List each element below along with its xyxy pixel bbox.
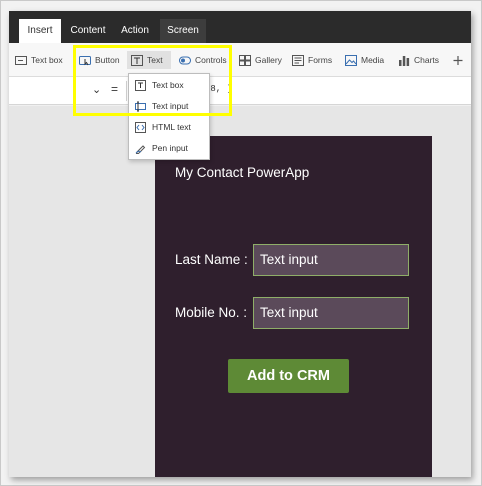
- app-screen[interactable]: My Contact PowerApp Last Name : Text inp…: [155, 136, 432, 477]
- html-text-icon: [135, 121, 146, 133]
- charts-button[interactable]: Charts: [398, 51, 439, 69]
- controls-label: Controls: [195, 55, 227, 65]
- add-shape-icon: [453, 55, 463, 65]
- mobile-input[interactable]: Text input: [253, 297, 409, 329]
- textbox-button[interactable]: Text box: [15, 51, 63, 69]
- chevron-down-icon[interactable]: ⌄: [92, 83, 101, 96]
- button-icon: [79, 55, 91, 65]
- gallery-icon: [239, 54, 251, 66]
- forms-button[interactable]: Forms: [292, 51, 332, 69]
- screenshot-frame: Insert Content Action Screen Text box Bu…: [0, 0, 482, 486]
- charts-label: Charts: [414, 55, 440, 65]
- add-icon-button[interactable]: [452, 51, 468, 69]
- last-name-input[interactable]: Text input: [253, 244, 409, 276]
- button-button[interactable]: Button: [79, 51, 120, 69]
- tab-bar: Insert Content Action Screen: [9, 11, 471, 43]
- forms-label: Forms: [308, 55, 333, 65]
- tab-insert[interactable]: Insert: [19, 19, 61, 43]
- tab-action[interactable]: Action: [115, 19, 155, 43]
- textbox-icon: [15, 55, 27, 65]
- app-title[interactable]: My Contact PowerApp: [175, 165, 309, 180]
- formula-bar: ⌄ = 48, ): [9, 77, 471, 105]
- toggle-icon: [179, 56, 191, 64]
- forms-icon: [292, 54, 304, 66]
- menu-item-text-input[interactable]: Text input: [129, 96, 209, 116]
- media-label: Media: [361, 55, 385, 65]
- button-label: Button: [95, 55, 120, 65]
- controls-button[interactable]: Controls: [179, 51, 227, 69]
- equals-sign: =: [111, 82, 119, 96]
- text-input-icon: [135, 101, 146, 111]
- gallery-button[interactable]: Gallery: [239, 51, 282, 69]
- last-name-label[interactable]: Last Name :: [175, 252, 248, 267]
- media-button[interactable]: Media: [345, 51, 384, 69]
- bar-chart-icon: [399, 55, 410, 66]
- text-icon: [131, 54, 143, 66]
- formula-separator: [126, 81, 127, 101]
- text-label-icon: [135, 79, 146, 91]
- image-icon: [345, 54, 357, 66]
- menu-item-label: Text input: [152, 101, 189, 111]
- ribbon: Text box Button Text Controls Gallery Fo…: [9, 43, 471, 77]
- tab-screen[interactable]: Screen: [160, 19, 206, 43]
- menu-item-text-box[interactable]: Text box: [129, 75, 209, 95]
- menu-item-pen-input[interactable]: Pen input: [129, 138, 209, 158]
- menu-item-label: Text box: [152, 80, 184, 90]
- powerapps-studio: Insert Content Action Screen Text box Bu…: [9, 11, 471, 477]
- text-button[interactable]: Text: [127, 51, 171, 69]
- text-dropdown-menu: Text box Text input HTML text Pen input: [128, 73, 210, 160]
- text-label: Text: [147, 55, 163, 65]
- tab-content[interactable]: Content: [65, 19, 111, 43]
- menu-item-label: HTML text: [152, 122, 191, 132]
- gallery-label: Gallery: [255, 55, 282, 65]
- menu-item-label: Pen input: [152, 143, 188, 153]
- mobile-label[interactable]: Mobile No. :: [175, 305, 247, 320]
- menu-item-html-text[interactable]: HTML text: [129, 117, 209, 137]
- canvas-area: My Contact PowerApp Last Name : Text inp…: [9, 106, 471, 477]
- textbox-label: Text box: [31, 55, 63, 65]
- add-to-crm-button[interactable]: Add to CRM: [228, 359, 349, 393]
- pen-icon: [135, 144, 146, 154]
